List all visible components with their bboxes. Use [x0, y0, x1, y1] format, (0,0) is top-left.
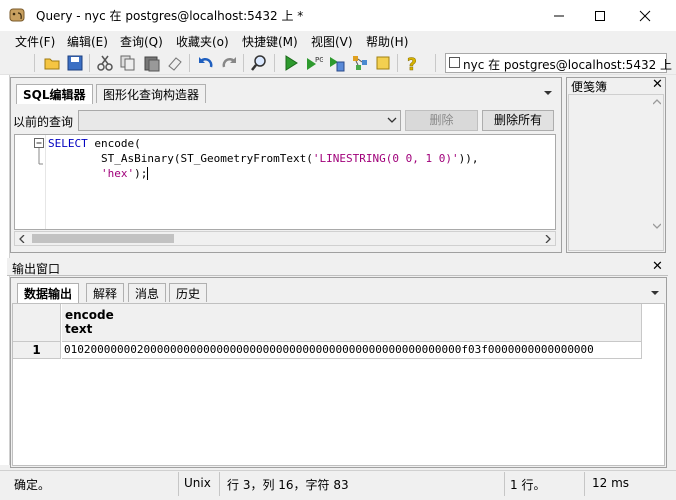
sql-function: encode(	[87, 137, 141, 150]
paste-icon[interactable]	[143, 54, 161, 72]
menu-query[interactable]: 查询(Q)	[120, 33, 163, 50]
sql-string: 'LINESTRING(0 0, 1 0)'	[312, 152, 459, 165]
scroll-left-icon[interactable]	[18, 235, 26, 243]
delete-all-button[interactable]: 删除所有	[482, 110, 554, 131]
toolbar-separator	[243, 54, 244, 72]
status-separator	[584, 472, 585, 496]
toolbar-separator	[34, 54, 35, 72]
code-line-1: SELECT encode(	[48, 137, 141, 150]
status-elapsed-time: 12 ms	[592, 476, 630, 490]
previous-queries-label: 以前的查询	[13, 115, 74, 129]
delete-button[interactable]: 删除	[405, 110, 478, 131]
fold-marker-icon[interactable]	[33, 138, 45, 168]
toolbar-separator	[274, 54, 275, 72]
row-number[interactable]: 1	[13, 342, 61, 359]
copy-icon[interactable]	[119, 54, 137, 72]
scroll-right-icon[interactable]	[544, 235, 552, 243]
toolbar-separator	[435, 54, 436, 72]
scroll-down-icon[interactable]	[653, 222, 661, 230]
status-state: 确定。	[14, 478, 51, 492]
minimize-button[interactable]	[536, 0, 582, 31]
undo-icon[interactable]	[197, 54, 215, 72]
tab-messages[interactable]: 消息	[128, 283, 167, 302]
sql-punctuation: )),	[458, 152, 479, 165]
cut-icon[interactable]	[96, 54, 114, 72]
close-icon[interactable]: ✕	[652, 259, 663, 274]
chevron-down-icon	[387, 117, 397, 123]
tab-explain[interactable]: 解释	[86, 283, 125, 302]
find-icon[interactable]	[250, 54, 268, 72]
menu-edit[interactable]: 编辑(E)	[67, 33, 108, 50]
connection-checkbox[interactable]	[449, 57, 460, 68]
close-icon[interactable]: ✕	[652, 77, 663, 92]
sql-string: 'hex'	[100, 167, 135, 180]
scroll-up-icon[interactable]	[653, 98, 661, 106]
text-cursor: ​	[147, 167, 149, 180]
tab-sql-editor[interactable]: SQL编辑器	[16, 84, 93, 104]
save-icon[interactable]	[66, 54, 84, 72]
output-window-title: 输出窗口	[12, 262, 61, 276]
close-button[interactable]	[622, 0, 668, 31]
horizontal-scrollbar[interactable]	[14, 231, 556, 246]
execute-to-file-icon[interactable]	[328, 54, 346, 72]
help-icon[interactable]: ?	[404, 54, 422, 72]
menu-file[interactable]: 文件(F)	[15, 33, 55, 50]
eraser-icon[interactable]	[166, 54, 184, 72]
toolbar-separator	[89, 54, 90, 72]
svg-text:?: ?	[407, 55, 417, 72]
panel-menu-icon[interactable]	[543, 89, 553, 97]
window-title: Query - nyc 在 postgres@localhost:5432 上 …	[36, 9, 304, 23]
status-separator	[178, 472, 179, 496]
column-type: text	[65, 322, 93, 336]
execute-pgscript-icon[interactable]: PG	[305, 54, 323, 72]
open-folder-icon[interactable]	[43, 54, 61, 72]
explain-icon[interactable]	[351, 54, 369, 72]
menu-view[interactable]: 视图(V)	[311, 33, 353, 50]
table-cell[interactable]: 0102000000020000000000000000000000000000…	[62, 342, 642, 359]
status-separator	[504, 472, 505, 496]
connection-label: nyc 在 postgres@localhost:5432 上	[463, 58, 673, 72]
menu-help[interactable]: 帮助(H)	[366, 33, 408, 50]
tab-history[interactable]: 历史	[169, 283, 208, 302]
execute-icon[interactable]	[282, 54, 300, 72]
menu-favorites[interactable]: 收藏夹(o)	[176, 33, 229, 50]
code-line-3: 'hex');​	[48, 167, 149, 180]
toolbar-separator	[189, 54, 190, 72]
close-icon	[639, 10, 651, 21]
code-line-2: ST_AsBinary(ST_GeometryFromText('LINESTR…	[48, 152, 479, 165]
tab-data-output[interactable]: 数据输出	[17, 283, 80, 303]
maximize-icon	[595, 10, 605, 21]
output-window-header	[7, 258, 668, 276]
status-line-ending: Unix	[184, 476, 211, 490]
grid-corner-cell[interactable]	[13, 304, 61, 342]
sql-function: ST_AsBinary(ST_GeometryFromText(	[100, 152, 313, 165]
sql-keyword: SELECT	[48, 137, 88, 150]
sql-punctuation: );	[134, 167, 148, 180]
cancel-query-icon[interactable]	[374, 54, 392, 72]
toolbar-separator	[397, 54, 398, 72]
status-row-count: 1 行。	[510, 478, 546, 492]
scratchpad-title: 便笺簿	[571, 80, 608, 94]
status-separator	[219, 472, 220, 496]
elephant-app-icon	[9, 8, 25, 22]
svg-text:PG: PG	[315, 56, 323, 64]
status-cursor-position: 行 3，列 16，字符 83	[227, 478, 349, 492]
menu-shortcuts[interactable]: 快捷键(M)	[242, 33, 298, 50]
scroll-thumb[interactable]	[32, 234, 174, 243]
maximize-button[interactable]	[577, 0, 623, 31]
grid-column-header[interactable]: encode text	[62, 304, 642, 342]
panel-menu-icon[interactable]	[650, 289, 660, 297]
redo-icon[interactable]	[220, 54, 238, 72]
column-name: encode	[65, 308, 114, 322]
minimize-icon	[554, 15, 564, 16]
scratchpad-textarea[interactable]	[568, 94, 664, 251]
previous-queries-combo[interactable]	[78, 110, 401, 131]
tab-graphical-query-builder[interactable]: 图形化查询构造器	[96, 84, 207, 103]
